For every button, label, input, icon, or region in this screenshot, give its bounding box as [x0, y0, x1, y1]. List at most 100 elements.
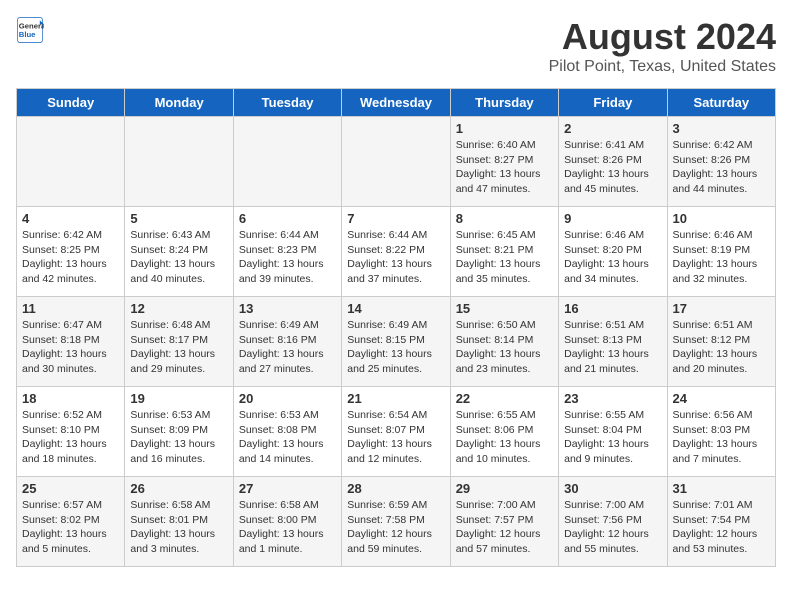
cell-content: Sunrise: 6:44 AM Sunset: 8:23 PM Dayligh… — [239, 228, 336, 287]
cell-content: Sunrise: 6:49 AM Sunset: 8:16 PM Dayligh… — [239, 318, 336, 377]
cell-content: Sunrise: 6:59 AM Sunset: 7:58 PM Dayligh… — [347, 498, 444, 557]
calendar-cell: 7 Sunrise: 6:44 AM Sunset: 8:22 PM Daylig… — [342, 207, 450, 297]
day-number: 6 — [239, 211, 336, 226]
calendar-cell: 18 Sunrise: 6:52 AM Sunset: 8:10 PM Dayli… — [17, 387, 125, 477]
calendar-cell: 16 Sunrise: 6:51 AM Sunset: 8:13 PM Dayli… — [559, 297, 667, 387]
page-header: General Blue August 2024 Pilot Point, Te… — [16, 16, 776, 76]
weekday-header-wednesday: Wednesday — [342, 89, 450, 117]
cell-content: Sunrise: 6:53 AM Sunset: 8:09 PM Dayligh… — [130, 408, 227, 467]
cell-content: Sunrise: 6:56 AM Sunset: 8:03 PM Dayligh… — [673, 408, 770, 467]
cell-content: Sunrise: 6:45 AM Sunset: 8:21 PM Dayligh… — [456, 228, 553, 287]
calendar-week-row: 4 Sunrise: 6:42 AM Sunset: 8:25 PM Daylig… — [17, 207, 776, 297]
calendar-cell: 28 Sunrise: 6:59 AM Sunset: 7:58 PM Dayli… — [342, 477, 450, 567]
calendar-cell: 10 Sunrise: 6:46 AM Sunset: 8:19 PM Dayli… — [667, 207, 775, 297]
cell-content: Sunrise: 6:55 AM Sunset: 8:04 PM Dayligh… — [564, 408, 661, 467]
cell-content: Sunrise: 6:42 AM Sunset: 8:26 PM Dayligh… — [673, 138, 770, 197]
svg-text:Blue: Blue — [19, 30, 36, 39]
cell-content: Sunrise: 6:57 AM Sunset: 8:02 PM Dayligh… — [22, 498, 119, 557]
cell-content: Sunrise: 6:47 AM Sunset: 8:18 PM Dayligh… — [22, 318, 119, 377]
day-number: 19 — [130, 391, 227, 406]
day-number: 26 — [130, 481, 227, 496]
cell-content: Sunrise: 6:50 AM Sunset: 8:14 PM Dayligh… — [456, 318, 553, 377]
cell-content: Sunrise: 6:46 AM Sunset: 8:19 PM Dayligh… — [673, 228, 770, 287]
calendar-table: SundayMondayTuesdayWednesdayThursdayFrid… — [16, 88, 776, 567]
day-number: 22 — [456, 391, 553, 406]
cell-content: Sunrise: 6:52 AM Sunset: 8:10 PM Dayligh… — [22, 408, 119, 467]
cell-content: Sunrise: 7:01 AM Sunset: 7:54 PM Dayligh… — [673, 498, 770, 557]
calendar-cell — [342, 117, 450, 207]
calendar-cell: 31 Sunrise: 7:01 AM Sunset: 7:54 PM Dayli… — [667, 477, 775, 567]
day-number: 7 — [347, 211, 444, 226]
weekday-header-monday: Monday — [125, 89, 233, 117]
calendar-cell: 13 Sunrise: 6:49 AM Sunset: 8:16 PM Dayli… — [233, 297, 341, 387]
day-number: 8 — [456, 211, 553, 226]
day-number: 21 — [347, 391, 444, 406]
calendar-cell: 20Sunrise: 6:53 AM Sunset: 8:08 PM Dayli… — [233, 387, 341, 477]
cell-content: Sunrise: 6:51 AM Sunset: 8:12 PM Dayligh… — [673, 318, 770, 377]
calendar-cell: 19 Sunrise: 6:53 AM Sunset: 8:09 PM Dayli… — [125, 387, 233, 477]
day-number: 31 — [673, 481, 770, 496]
title-area: August 2024 Pilot Point, Texas, United S… — [549, 16, 776, 76]
cell-content: Sunrise: 7:00 AM Sunset: 7:57 PM Dayligh… — [456, 498, 553, 557]
day-number: 5 — [130, 211, 227, 226]
cell-content: Sunrise: 6:42 AM Sunset: 8:25 PM Dayligh… — [22, 228, 119, 287]
weekday-header-tuesday: Tuesday — [233, 89, 341, 117]
calendar-cell: 23 Sunrise: 6:55 AM Sunset: 8:04 PM Dayli… — [559, 387, 667, 477]
calendar-cell: 27 Sunrise: 6:58 AM Sunset: 8:00 PM Dayli… — [233, 477, 341, 567]
calendar-cell: 11 Sunrise: 6:47 AM Sunset: 8:18 PM Dayli… — [17, 297, 125, 387]
calendar-body: 1Sunrise: 6:40 AM Sunset: 8:27 PM Daylig… — [17, 117, 776, 567]
day-number: 11 — [22, 301, 119, 316]
calendar-cell: 29Sunrise: 7:00 AM Sunset: 7:57 PM Dayli… — [450, 477, 558, 567]
day-number: 18 — [22, 391, 119, 406]
calendar-cell: 14Sunrise: 6:49 AM Sunset: 8:15 PM Dayli… — [342, 297, 450, 387]
day-number: 10 — [673, 211, 770, 226]
calendar-week-row: 11 Sunrise: 6:47 AM Sunset: 8:18 PM Dayli… — [17, 297, 776, 387]
day-number: 3 — [673, 121, 770, 136]
weekday-header-saturday: Saturday — [667, 89, 775, 117]
cell-content: Sunrise: 7:00 AM Sunset: 7:56 PM Dayligh… — [564, 498, 661, 557]
weekday-header-thursday: Thursday — [450, 89, 558, 117]
calendar-week-row: 18 Sunrise: 6:52 AM Sunset: 8:10 PM Dayli… — [17, 387, 776, 477]
calendar-cell: 2 Sunrise: 6:41 AM Sunset: 8:26 PM Daylig… — [559, 117, 667, 207]
calendar-cell — [17, 117, 125, 207]
day-number: 12 — [130, 301, 227, 316]
calendar-cell: 24Sunrise: 6:56 AM Sunset: 8:03 PM Dayli… — [667, 387, 775, 477]
day-number: 4 — [22, 211, 119, 226]
calendar-cell: 25Sunrise: 6:57 AM Sunset: 8:02 PM Dayli… — [17, 477, 125, 567]
calendar-cell: 3 Sunrise: 6:42 AM Sunset: 8:26 PM Daylig… — [667, 117, 775, 207]
calendar-cell: 22 Sunrise: 6:55 AM Sunset: 8:06 PM Dayli… — [450, 387, 558, 477]
calendar-cell — [125, 117, 233, 207]
cell-content: Sunrise: 6:54 AM Sunset: 8:07 PM Dayligh… — [347, 408, 444, 467]
calendar-cell: 9Sunrise: 6:46 AM Sunset: 8:20 PM Daylig… — [559, 207, 667, 297]
calendar-cell: 1Sunrise: 6:40 AM Sunset: 8:27 PM Daylig… — [450, 117, 558, 207]
calendar-week-row: 1Sunrise: 6:40 AM Sunset: 8:27 PM Daylig… — [17, 117, 776, 207]
cell-content: Sunrise: 6:46 AM Sunset: 8:20 PM Dayligh… — [564, 228, 661, 287]
calendar-cell — [233, 117, 341, 207]
cell-content: Sunrise: 6:55 AM Sunset: 8:06 PM Dayligh… — [456, 408, 553, 467]
calendar-cell: 8 Sunrise: 6:45 AM Sunset: 8:21 PM Daylig… — [450, 207, 558, 297]
calendar-cell: 15Sunrise: 6:50 AM Sunset: 8:14 PM Dayli… — [450, 297, 558, 387]
day-number: 27 — [239, 481, 336, 496]
day-number: 17 — [673, 301, 770, 316]
day-number: 2 — [564, 121, 661, 136]
calendar-cell: 17 Sunrise: 6:51 AM Sunset: 8:12 PM Dayli… — [667, 297, 775, 387]
calendar-cell: 4 Sunrise: 6:42 AM Sunset: 8:25 PM Daylig… — [17, 207, 125, 297]
day-number: 13 — [239, 301, 336, 316]
cell-content: Sunrise: 6:48 AM Sunset: 8:17 PM Dayligh… — [130, 318, 227, 377]
day-number: 28 — [347, 481, 444, 496]
cell-content: Sunrise: 6:51 AM Sunset: 8:13 PM Dayligh… — [564, 318, 661, 377]
calendar-cell: 6 Sunrise: 6:44 AM Sunset: 8:23 PM Daylig… — [233, 207, 341, 297]
weekday-header-sunday: Sunday — [17, 89, 125, 117]
calendar-cell: 21 Sunrise: 6:54 AM Sunset: 8:07 PM Dayli… — [342, 387, 450, 477]
day-number: 16 — [564, 301, 661, 316]
cell-content: Sunrise: 6:58 AM Sunset: 8:00 PM Dayligh… — [239, 498, 336, 557]
subtitle: Pilot Point, Texas, United States — [549, 58, 776, 76]
cell-content: Sunrise: 6:58 AM Sunset: 8:01 PM Dayligh… — [130, 498, 227, 557]
main-title: August 2024 — [549, 16, 776, 58]
logo: General Blue — [16, 16, 44, 44]
cell-content: Sunrise: 6:44 AM Sunset: 8:22 PM Dayligh… — [347, 228, 444, 287]
cell-content: Sunrise: 6:41 AM Sunset: 8:26 PM Dayligh… — [564, 138, 661, 197]
calendar-cell: 12 Sunrise: 6:48 AM Sunset: 8:17 PM Dayli… — [125, 297, 233, 387]
day-number: 23 — [564, 391, 661, 406]
day-number: 20 — [239, 391, 336, 406]
